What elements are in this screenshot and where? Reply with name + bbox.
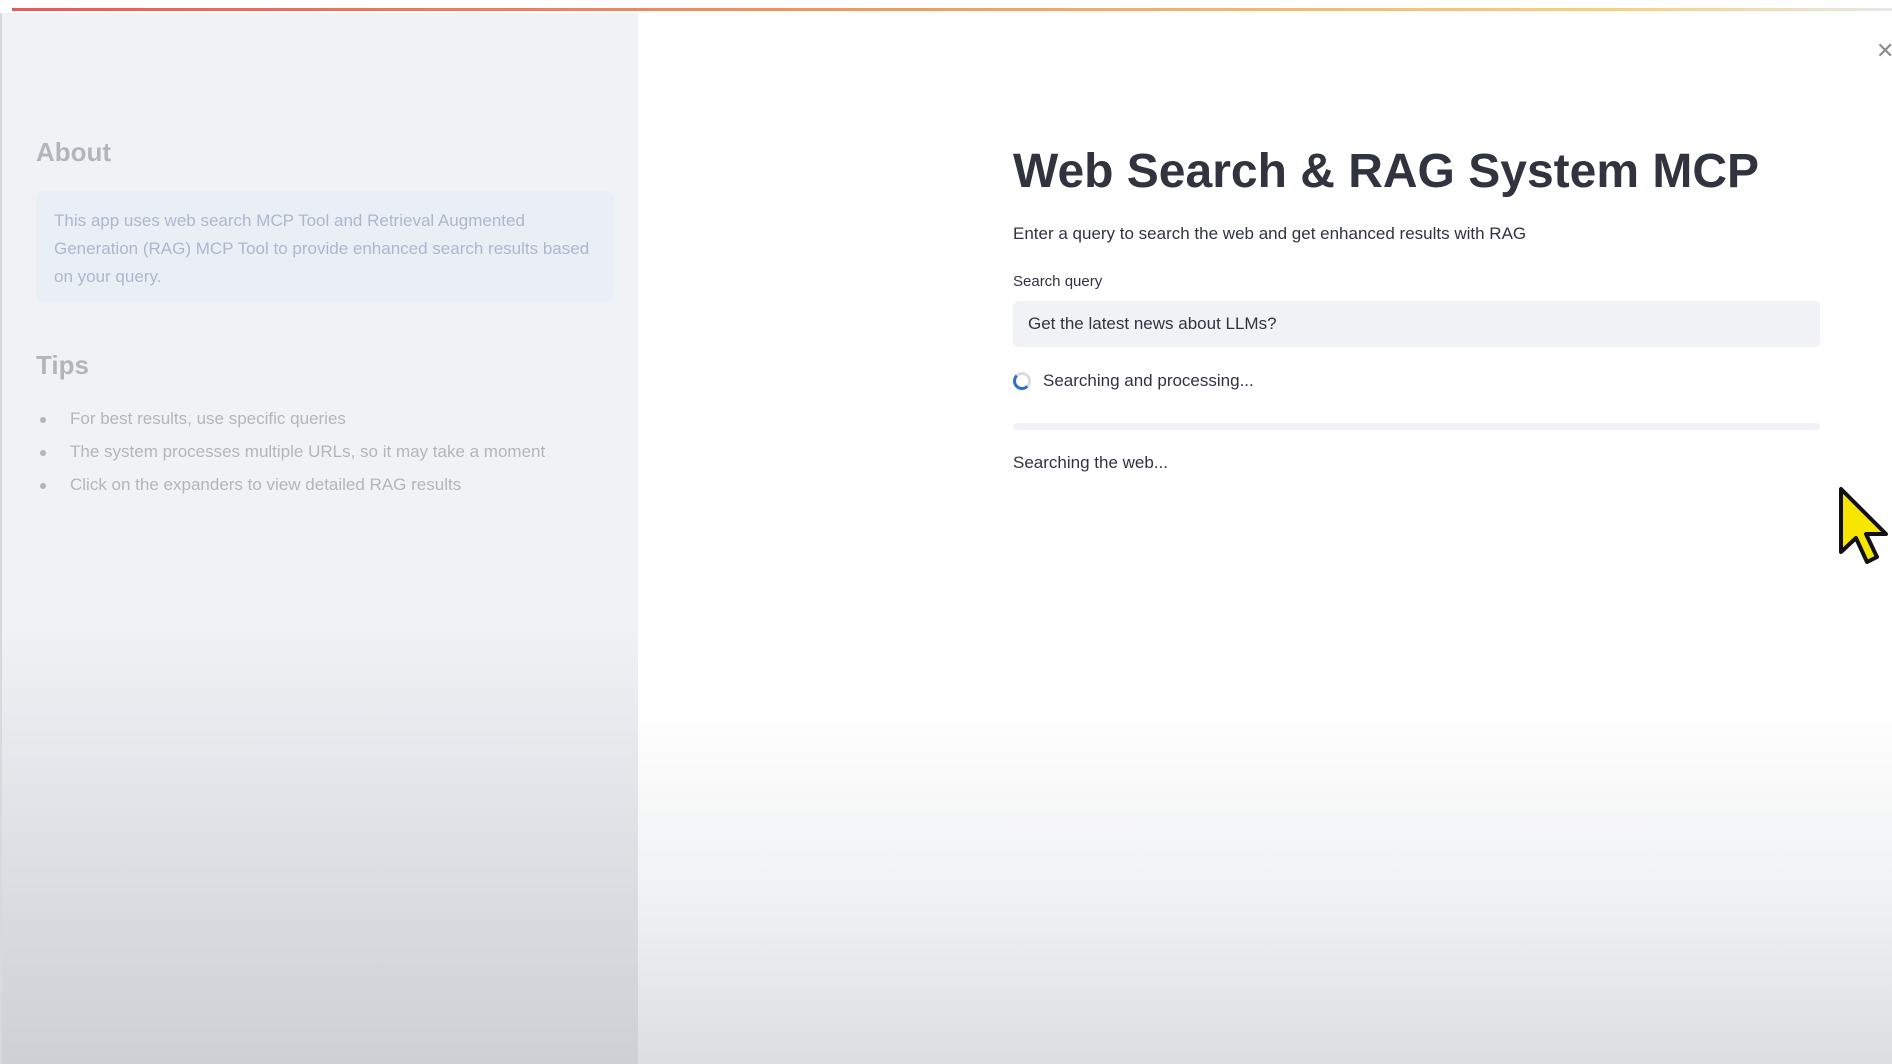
close-icon[interactable]: ✕ [1876, 40, 1892, 62]
tip-text: The system processes multiple URLs, so i… [70, 442, 546, 461]
spinner-text: Searching and processing... [1043, 371, 1254, 390]
bullet-icon [40, 417, 46, 423]
top-decoration-bar [12, 8, 1892, 11]
progress-bar [1013, 423, 1820, 430]
page-title: Web Search & RAG System MCP [1013, 145, 1759, 198]
status-text: Searching the web... [1013, 453, 1168, 472]
tip-item: Click on the expanders to view detailed … [36, 471, 545, 504]
app-window: About This app uses web search MCP Tool … [0, 0, 1892, 1064]
spinner-icon [1013, 372, 1031, 390]
tips-heading: Tips [36, 350, 89, 380]
mouse-cursor-icon [1839, 487, 1888, 564]
tips-list: For best results, use specific queries T… [36, 405, 545, 504]
about-info-box: This app uses web search MCP Tool and Re… [36, 191, 614, 301]
search-query-label: Search query [1013, 273, 1103, 290]
bullet-icon [40, 483, 46, 489]
page-subtitle: Enter a query to search the web and get … [1013, 224, 1527, 243]
sidebar: About This app uses web search MCP Tool … [0, 13, 638, 1064]
tip-item: For best results, use specific queries [36, 405, 545, 438]
tip-item: The system processes multiple URLs, so i… [36, 438, 545, 471]
bullet-icon [40, 450, 46, 456]
tip-text: For best results, use specific queries [70, 409, 346, 428]
search-input[interactable] [1013, 301, 1820, 347]
spinner-status: Searching and processing... [1013, 368, 1254, 394]
main-bottom-shading [638, 700, 1892, 1064]
about-heading: About [36, 137, 112, 167]
tip-text: Click on the expanders to view detailed … [70, 475, 462, 494]
